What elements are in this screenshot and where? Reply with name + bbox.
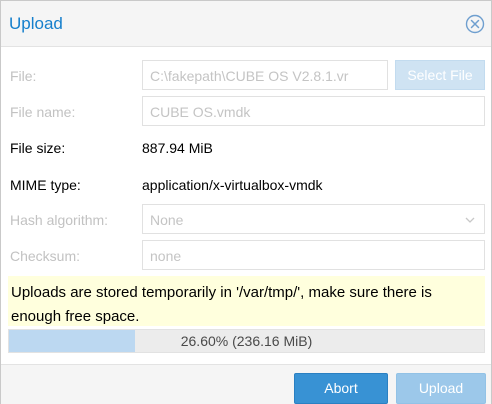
chevron-down-icon bbox=[464, 213, 476, 225]
hash-algorithm-value: None bbox=[150, 212, 184, 228]
file-name-label: File name: bbox=[10, 104, 76, 120]
checksum-label: Checksum: bbox=[10, 248, 81, 264]
checksum-row: Checksum: none bbox=[1, 240, 492, 270]
close-icon[interactable] bbox=[465, 14, 485, 34]
hash-algorithm-row: Hash algorithm: None bbox=[1, 204, 492, 234]
file-path-field: C:\fakepath\CUBE OS V2.8.1.vr bbox=[142, 60, 388, 90]
mime-type-label: MIME type: bbox=[10, 177, 81, 193]
dialog-titlebar: Upload bbox=[1, 1, 491, 47]
mime-type-value: application/x-virtualbox-vmdk bbox=[142, 177, 323, 193]
dialog-footer: Abort Upload bbox=[1, 364, 491, 404]
abort-button[interactable]: Abort bbox=[294, 373, 388, 404]
progress-text: 26.60% (236.16 MiB) bbox=[180, 333, 313, 349]
file-size-row: File size: 887.94 MiB bbox=[1, 132, 492, 162]
file-label: File: bbox=[10, 68, 37, 84]
upload-dialog: Upload File: C:\fakepath\CUBE OS V2.8.1.… bbox=[0, 0, 492, 404]
mime-type-row: MIME type: application/x-virtualbox-vmdk bbox=[1, 169, 492, 199]
file-name-row: File name: CUBE OS.vmdk bbox=[1, 96, 492, 126]
file-size-value: 887.94 MiB bbox=[142, 140, 213, 156]
file-row: File: C:\fakepath\CUBE OS V2.8.1.vr Sele… bbox=[1, 60, 492, 90]
upload-progress-bar: 26.60% (236.16 MiB) bbox=[8, 329, 485, 353]
hash-algorithm-label: Hash algorithm: bbox=[10, 212, 109, 228]
file-name-field[interactable]: CUBE OS.vmdk bbox=[142, 96, 485, 126]
dialog-title: Upload bbox=[9, 14, 63, 33]
hash-algorithm-select[interactable]: None bbox=[142, 204, 485, 234]
upload-button[interactable]: Upload bbox=[396, 373, 486, 404]
checksum-field[interactable]: none bbox=[142, 240, 485, 270]
select-file-button[interactable]: Select File bbox=[395, 60, 485, 90]
temp-storage-notice: Uploads are stored temporarily in '/var/… bbox=[8, 276, 485, 326]
file-size-label: File size: bbox=[10, 140, 66, 156]
